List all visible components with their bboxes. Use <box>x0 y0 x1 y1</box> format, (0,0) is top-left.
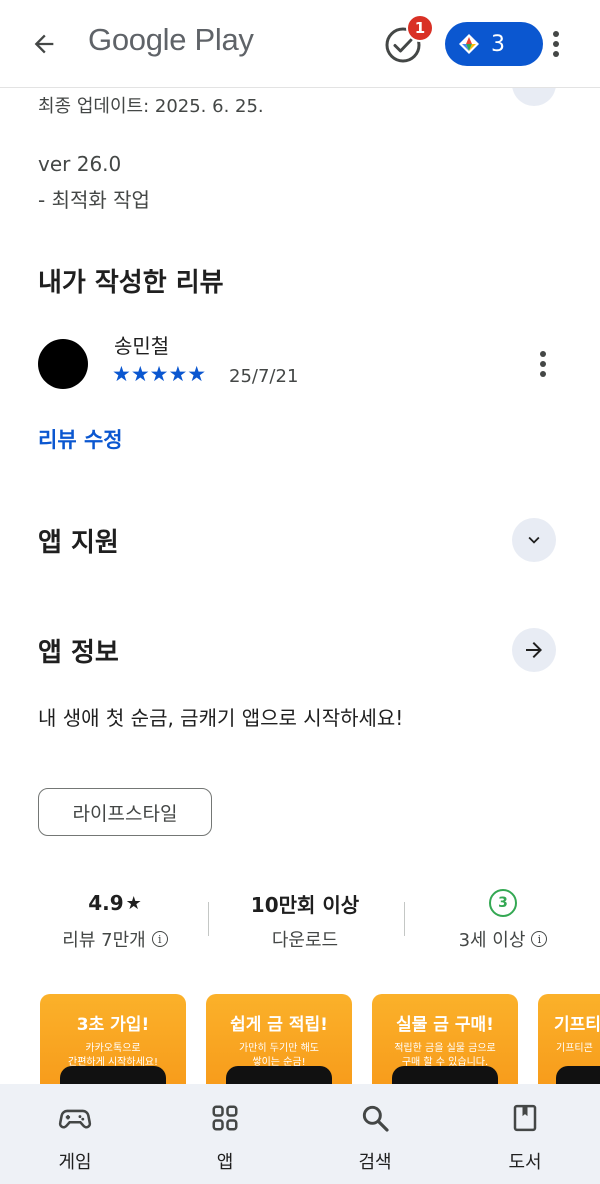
nav-books-label: 도서 <box>508 1152 542 1173</box>
book-icon <box>507 1100 543 1136</box>
category-chip[interactable]: 라이프스타일 <box>38 788 212 836</box>
nav-books[interactable]: 도서 <box>470 1084 580 1184</box>
screenshot-card[interactable]: 쉽게 금 적립! 가만히 두기만 해도 쌓이는 순금! <box>206 994 352 1094</box>
task-count-badge: 1 <box>406 14 434 42</box>
app-support-heading: 앱 지원 <box>38 528 119 558</box>
rating-star-icon: ★ <box>125 892 142 914</box>
stat-divider <box>404 902 405 936</box>
note-text: - 최적화 작업 <box>38 188 150 212</box>
rating-value: 4.9 <box>88 891 124 915</box>
play-points-icon <box>459 34 479 54</box>
reviews-count: 리뷰 7만개 <box>62 930 146 951</box>
app-info-heading: 앱 정보 <box>38 638 119 668</box>
stat-divider <box>208 902 209 936</box>
age-rating-stat[interactable]: 3 3세 이상 i <box>420 888 586 952</box>
edit-review-link[interactable]: 리뷰 수정 <box>38 424 123 454</box>
more-vert-icon[interactable] <box>542 28 570 60</box>
review-more-vert-icon[interactable] <box>529 348 557 380</box>
chevron-down-icon <box>528 536 540 544</box>
age-rating-label: 3세 이상 <box>458 930 526 951</box>
screenshot-title: 실물 금 구매! <box>396 1015 494 1035</box>
downloads-stat: 10만회 이상 다운로드 <box>220 888 390 952</box>
age-rating-badge: 3 <box>489 889 517 917</box>
screenshot-title: 쉽게 금 적립! <box>230 1015 328 1035</box>
release-notes: ver 26.0 - 최적화 작업 <box>38 146 150 218</box>
info-icon: i <box>151 931 168 947</box>
avatar <box>38 339 88 389</box>
play-points-button[interactable]: 3 <box>445 22 543 66</box>
downloads-value: 10만회 이상 <box>250 892 360 917</box>
points-count: 3 <box>491 31 505 57</box>
nav-games[interactable]: 게임 <box>20 1084 130 1184</box>
back-arrow-icon[interactable] <box>24 26 64 62</box>
version-text: ver 26.0 <box>38 152 122 176</box>
screenshot-title: 3초 가입! <box>76 1015 150 1035</box>
nav-search-label: 검색 <box>358 1152 392 1173</box>
screenshot-subtitle: 기프티콘 <box>556 1043 593 1054</box>
app-description: 내 생애 첫 순금, 금캐기 앱으로 시작하세요! <box>38 706 404 730</box>
tasks-button[interactable]: 1 <box>384 14 434 64</box>
reviewer-name: 송민철 <box>114 334 170 358</box>
downloads-label: 다운로드 <box>271 930 339 951</box>
arrow-right-icon <box>526 642 542 658</box>
screenshot-card[interactable]: 실물 금 구매! 적립한 금을 실물 금으로 구매 할 수 있습니다. <box>372 994 518 1094</box>
info-icon: i <box>531 931 548 947</box>
my-review-heading: 내가 작성한 리뷰 <box>38 268 224 298</box>
top-app-bar: Google Play 1 3 <box>0 0 600 88</box>
review-date: 25/7/21 <box>229 366 299 387</box>
rating-stat[interactable]: 4.9 ★ 리뷰 7만개 i <box>40 888 190 952</box>
nav-games-label: 게임 <box>58 1152 92 1173</box>
app-support-expand-button[interactable] <box>512 518 556 562</box>
screenshot-title: 기프티 <box>554 1015 600 1035</box>
nav-apps[interactable]: 앱 <box>170 1084 280 1184</box>
bottom-navigation: 게임 앱 검색 도서 <box>0 1084 600 1184</box>
search-icon <box>357 1100 393 1136</box>
last-updated: 최종 업데이트: 2025. 6. 25. <box>38 96 264 117</box>
app-title: Google Play <box>88 22 254 57</box>
gamepad-icon <box>57 1100 93 1136</box>
nav-apps-label: 앱 <box>216 1152 234 1173</box>
nav-search[interactable]: 검색 <box>320 1084 430 1184</box>
star-rating: ★★★★★ <box>112 362 207 386</box>
screenshot-card[interactable]: 3초 가입! 카카오톡으로 간편하게 시작하세요! <box>40 994 186 1094</box>
screenshot-card[interactable]: 기프티 기프티콘 <box>538 994 600 1094</box>
app-info-arrow-button[interactable] <box>512 628 556 672</box>
apps-grid-icon <box>207 1100 243 1136</box>
